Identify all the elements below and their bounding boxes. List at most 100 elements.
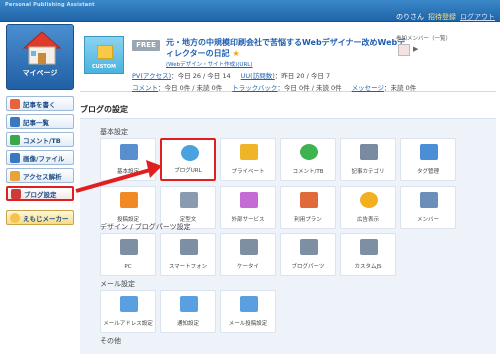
envelope-icon <box>120 296 138 312</box>
logout-link[interactable]: ログアウト <box>460 12 495 22</box>
tile-label: スマートフォン <box>168 264 208 270</box>
blog-title-link[interactable]: 元・地方の中規模印刷会社で苦悩するWebデザイナー改めWebディレクターの日記 … <box>166 37 406 59</box>
tile-label: カスタムJS <box>354 264 382 270</box>
image-icon <box>10 152 20 163</box>
settings-tile[interactable]: 広告表示 <box>340 186 396 229</box>
coin-icon <box>360 192 378 208</box>
sidebar-item-5[interactable]: ブログ設定 <box>6 186 74 201</box>
sidebar-item-0[interactable]: 記事を書く <box>6 96 74 111</box>
tile-label: 広告表示 <box>356 217 379 223</box>
settings-tile[interactable]: ブログURL <box>160 138 216 181</box>
tile-label: メールアドレス設定 <box>103 321 153 327</box>
pencil-icon <box>10 98 20 109</box>
settings-tile[interactable]: プライベート <box>220 138 276 181</box>
settings-tile[interactable]: 通知設定 <box>160 290 216 333</box>
sidebar-nav: 記事を書く記事一覧コメント/TB 画像/ファイルアクセス解析 ブログ設定 <box>6 96 74 201</box>
sidebar-item-label: 記事一覧 <box>23 118 49 127</box>
emoji-maker-label: えもじメーカー <box>23 214 69 223</box>
tile-label: PC <box>124 264 132 270</box>
settings-tile[interactable]: ケータイ <box>220 233 276 276</box>
mypage-button[interactable]: マイページ <box>6 24 74 90</box>
calendar-icon <box>300 192 318 208</box>
pv-yesterday: / 今日 14 <box>203 72 231 80</box>
settings-tile[interactable]: PC <box>100 233 156 276</box>
tile-label: ブログURL <box>174 168 202 174</box>
message-link[interactable]: メッセージ <box>352 84 384 92</box>
settings-tile[interactable]: ブログパーツ <box>280 233 336 276</box>
tag-icon <box>420 144 438 160</box>
puzzle-icon <box>240 192 258 208</box>
house-icon <box>22 31 62 65</box>
comment-value: ：今日 0件 / 未読 0件 <box>158 84 223 92</box>
top-bar: Personal Publishing Assistant のりさん 招待登録 … <box>0 0 500 22</box>
free-plan-tag: FREE <box>132 40 160 51</box>
emoji-maker-button[interactable]: えもじメーカー <box>6 210 74 225</box>
mypage-label: マイページ <box>22 69 58 77</box>
custom-box-icon <box>97 45 113 59</box>
blog-header-card: CUSTOM FREE 元・地方の中規模印刷会社で苦悩するWebデザイナー改めW… <box>80 30 496 92</box>
members-arrow-icon[interactable]: ▶ <box>413 45 418 53</box>
settings-tile[interactable]: タグ管理 <box>400 138 456 181</box>
users-icon <box>420 192 438 208</box>
sidebar-item-1[interactable]: 記事一覧 <box>6 114 74 129</box>
settings-tile[interactable]: 記事カテゴリ <box>340 138 396 181</box>
group-label: その他 <box>100 337 121 345</box>
trackback-link[interactable]: トラックバック <box>232 84 277 92</box>
speech-bubble-icon <box>300 144 318 160</box>
blog-title-text: 元・地方の中規模印刷会社で苦悩するWebデザイナー改めWebディレクターの日記 <box>166 38 406 58</box>
sidebar-item-label: 記事を書く <box>23 100 56 109</box>
document-icon <box>180 192 198 208</box>
sidebar-item-3[interactable]: 画像/ファイル <box>6 150 74 165</box>
settings-tile[interactable]: 利用プラン <box>280 186 336 229</box>
account-links: のりさん 招待登録 ログアウト <box>396 12 495 22</box>
sidebar-item-label: コメント/TB <box>23 136 61 145</box>
uu-link[interactable]: UU(訪問数) <box>241 72 275 80</box>
settings-tile[interactable]: スマートフォン <box>160 233 216 276</box>
message-value: ：未読 0件 <box>384 84 417 92</box>
tile-label: 通知設定 <box>176 321 199 327</box>
lock-icon <box>240 144 258 160</box>
sidebar-item-4[interactable]: アクセス解析 <box>6 168 74 183</box>
member-avatar[interactable] <box>398 44 410 56</box>
comment-link[interactable]: コメント <box>132 84 158 92</box>
js-file-icon <box>360 239 378 255</box>
monitor-icon <box>120 239 138 255</box>
smartphone-icon <box>180 239 198 255</box>
brand-name: Personal Publishing Assistant <box>5 2 95 8</box>
blog-category-link[interactable]: (Webデザイン・サイト作成)(URL) <box>166 60 253 68</box>
tile-label: 記事カテゴリ <box>351 169 385 175</box>
tile-label: ケータイ <box>236 264 259 270</box>
sidebar-item-label: ブログ設定 <box>24 190 57 199</box>
tile-label: コメント/TB <box>292 169 324 175</box>
pv-link[interactable]: PV(アクセス) <box>132 72 171 80</box>
tile-label: メール投稿設定 <box>228 321 268 327</box>
notify-envelope-icon <box>180 296 198 312</box>
custom-design-badge[interactable]: CUSTOM <box>84 36 124 74</box>
settings-tile[interactable]: メールアドレス設定 <box>100 290 156 333</box>
tile-label: 外部サービス <box>231 217 265 223</box>
wrench-icon <box>11 188 21 199</box>
settings-tile[interactable]: 外部サービス <box>220 186 276 229</box>
settings-tile[interactable]: 基本設定 <box>100 138 156 181</box>
settings-tile[interactable]: メール投稿設定 <box>220 290 276 333</box>
sidebar-item-label: アクセス解析 <box>23 172 62 181</box>
mail-phone-icon <box>240 296 258 312</box>
sidebar-item-2[interactable]: コメント/TB <box>6 132 74 147</box>
pv-today: ：今日 26 <box>171 72 201 80</box>
settings-tile[interactable]: カスタムJS <box>340 233 396 276</box>
trackback-value: ：今日 0件 / 未読 0件 <box>277 84 342 92</box>
www-globe-icon <box>181 145 199 161</box>
settings-tile[interactable]: コメント/TB <box>280 138 336 181</box>
star-icon: ★ <box>232 49 240 58</box>
uu-value: ：昨日 20 / 今日 7 <box>274 72 331 80</box>
page-title: ブログの設定 <box>80 105 128 114</box>
list-icon <box>10 116 20 127</box>
settings-panel: 基本設定 基本設定 ブログURL プライベート コメント/TB 記事カテゴリ タグ管理 投稿設… <box>80 118 496 354</box>
comment-icon <box>10 134 20 145</box>
mobile-phone-icon <box>240 239 258 255</box>
members-label[interactable]: 参加メンバー（一覧） <box>396 34 494 42</box>
user-greeting: のりさん <box>396 13 424 21</box>
tile-label: ブログパーツ <box>291 264 325 270</box>
invite-register-link[interactable]: 招待登録 <box>428 12 456 22</box>
settings-tile[interactable]: メンバー <box>400 186 456 229</box>
